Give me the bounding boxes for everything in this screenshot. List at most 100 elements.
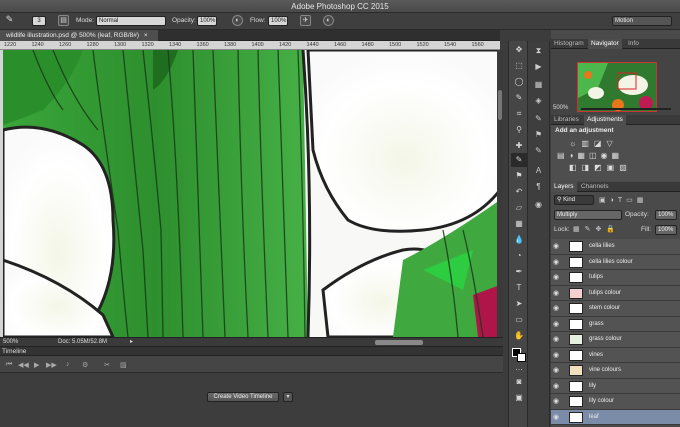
first-frame-icon[interactable]: ⏮ xyxy=(6,361,12,369)
kind-filter[interactable]: ⚲ Kind xyxy=(554,195,594,205)
visibility-eye-icon[interactable]: ◉ xyxy=(553,258,559,266)
blend-mode-select[interactable]: Multiply xyxy=(554,210,622,220)
horizontal-scroll-thumb[interactable] xyxy=(375,340,423,345)
screen-mode-icon[interactable]: ▣ xyxy=(511,391,527,405)
actions-icon[interactable]: ▶ xyxy=(531,61,546,73)
audio-icon[interactable]: ♪ xyxy=(66,361,70,368)
pen-tool-icon[interactable]: ✒ xyxy=(511,265,527,279)
history-brush-tool-icon[interactable]: ↶ xyxy=(511,185,527,199)
layer-row[interactable]: ◉ vine colours xyxy=(551,363,680,379)
paragraph-icon[interactable]: ¶ xyxy=(531,181,546,193)
layer-row[interactable]: ◉ grass colour xyxy=(551,332,680,348)
character-icon[interactable]: A xyxy=(531,165,546,177)
swatches-icon[interactable]: ▦ xyxy=(531,79,546,91)
clone-source-icon[interactable]: ⚑ xyxy=(531,129,546,141)
quick-mask-icon[interactable]: ◙ xyxy=(511,375,527,389)
layer-row[interactable]: ◉ cella lilies xyxy=(551,239,680,255)
brush-panel-icon[interactable]: ✎ xyxy=(531,145,546,157)
document-canvas[interactable] xyxy=(3,50,500,337)
close-icon[interactable]: × xyxy=(144,32,148,39)
visibility-eye-icon[interactable]: ◉ xyxy=(553,304,559,312)
visibility-eye-icon[interactable]: ◉ xyxy=(553,366,559,374)
tab-adjustments[interactable]: Adjustments xyxy=(584,115,626,125)
workspace-select[interactable]: Motion xyxy=(612,16,672,26)
filter-icons[interactable]: ▣◑T▭▦ xyxy=(599,196,647,204)
quick-select-tool-icon[interactable]: ✎ xyxy=(511,91,527,105)
flow-field[interactable]: 100% xyxy=(268,16,288,26)
layer-row[interactable]: ◉ lily colour xyxy=(551,394,680,410)
vertical-scrollbar[interactable] xyxy=(497,50,503,337)
shape-tool-icon[interactable]: ▭ xyxy=(511,313,527,327)
layer-row[interactable]: ◉ vines xyxy=(551,347,680,363)
move-tool-icon[interactable]: ✥ xyxy=(511,43,527,57)
crop-tool-icon[interactable]: ⌗ xyxy=(511,107,527,121)
lasso-tool-icon[interactable]: ◯ xyxy=(511,75,527,89)
tab-histogram[interactable]: Histogram xyxy=(551,39,587,49)
next-frame-icon[interactable]: ▶▶ xyxy=(46,361,57,369)
chevron-down-icon[interactable]: ▾ xyxy=(283,392,293,402)
clone-stamp-tool-icon[interactable]: ⚑ xyxy=(511,169,527,183)
navigator-thumbnail[interactable] xyxy=(577,62,657,112)
pressure-size-icon[interactable]: ◐ xyxy=(323,15,334,26)
brush-tool-icon[interactable]: ✎ xyxy=(4,15,15,26)
split-icon[interactable]: ✂ xyxy=(104,361,110,369)
opacity-field[interactable]: 100% xyxy=(197,16,217,26)
zoom-slider[interactable] xyxy=(581,108,671,110)
layer-row[interactable]: ◉ tulips colour xyxy=(551,285,680,301)
navigator-zoom[interactable]: 500% xyxy=(553,105,568,111)
history-icon[interactable]: ⧗ xyxy=(531,45,546,57)
gradient-tool-icon[interactable]: ▦ xyxy=(511,217,527,231)
visibility-eye-icon[interactable]: ◉ xyxy=(553,289,559,297)
background-color-swatch[interactable] xyxy=(517,353,526,362)
brush-tool-icon[interactable]: ✎ xyxy=(511,153,527,167)
path-select-tool-icon[interactable]: ➤ xyxy=(511,297,527,311)
lock-icons[interactable]: ▦✎✥🔒 xyxy=(573,225,620,233)
create-video-timeline-button[interactable]: Create Video Timeline xyxy=(207,392,279,402)
layer-row[interactable]: ◉ lily xyxy=(551,378,680,394)
blur-tool-icon[interactable]: 💧 xyxy=(511,233,527,247)
layer-row[interactable]: ◉ tulips xyxy=(551,270,680,286)
visibility-eye-icon[interactable]: ◉ xyxy=(553,335,559,343)
healing-tool-icon[interactable]: ✚ xyxy=(511,139,527,153)
brush-presets-icon[interactable]: ✎ xyxy=(531,113,546,125)
brush-size-field[interactable]: 3 xyxy=(32,16,46,26)
adjustment-icons-row-3[interactable]: ◧◨◩▣▨ xyxy=(569,163,632,172)
layer-row[interactable]: ◉ grass xyxy=(551,316,680,332)
visibility-eye-icon[interactable]: ◉ xyxy=(553,273,559,281)
previous-frame-icon[interactable]: ◀◀ xyxy=(18,361,29,369)
properties-icon[interactable]: ◉ xyxy=(531,199,546,211)
tab-info[interactable]: Info xyxy=(625,39,642,49)
brush-panel-icon[interactable]: ▤ xyxy=(58,15,69,26)
visibility-eye-icon[interactable]: ◉ xyxy=(553,382,559,390)
tab-channels[interactable]: Channels xyxy=(578,182,611,192)
visibility-eye-icon[interactable]: ◉ xyxy=(553,242,559,250)
document-tab[interactable]: wildlife illustration.psd @ 500% (leaf, … xyxy=(0,30,158,41)
styles-icon[interactable]: ◈ xyxy=(531,95,546,107)
layer-row[interactable]: ◉ cella lilies colour xyxy=(551,254,680,270)
tab-navigator[interactable]: Navigator xyxy=(588,39,622,49)
eraser-tool-icon[interactable]: ▱ xyxy=(511,201,527,215)
adjustment-icons-row-1[interactable]: ☼▥◪▽ xyxy=(569,139,618,148)
fill-field[interactable]: 100% xyxy=(655,225,677,235)
airbrush-icon[interactable]: ✈ xyxy=(300,15,311,26)
adjustment-icons-row-2[interactable]: ▤◑▦◫◉▦ xyxy=(557,151,623,160)
visibility-eye-icon[interactable]: ◉ xyxy=(553,320,559,328)
settings-icon[interactable]: ⚙ xyxy=(82,361,88,369)
hand-tool-icon[interactable]: ✋ xyxy=(511,329,527,343)
layer-row[interactable]: ◉ stem colour xyxy=(551,301,680,317)
dodge-tool-icon[interactable]: ◔ xyxy=(511,249,527,263)
visibility-eye-icon[interactable]: ◉ xyxy=(553,351,559,359)
visibility-eye-icon[interactable]: ◉ xyxy=(553,397,559,405)
pressure-opacity-icon[interactable]: ◐ xyxy=(232,15,243,26)
visibility-eye-icon[interactable]: ◉ xyxy=(553,413,559,421)
tab-libraries[interactable]: Libraries xyxy=(551,115,582,125)
scroll-thumb[interactable] xyxy=(498,90,502,120)
layer-opacity-field[interactable]: 100% xyxy=(655,210,677,220)
eyedropper-tool-icon[interactable]: ⚲ xyxy=(511,123,527,137)
marquee-tool-icon[interactable]: ⬚ xyxy=(511,59,527,73)
tab-layers[interactable]: Layers xyxy=(551,182,577,192)
more-tools-icon[interactable]: … xyxy=(511,361,527,375)
mode-select[interactable]: Normal xyxy=(96,16,166,26)
transition-icon[interactable]: ▨ xyxy=(120,361,127,369)
play-icon[interactable]: ▶ xyxy=(34,361,39,369)
